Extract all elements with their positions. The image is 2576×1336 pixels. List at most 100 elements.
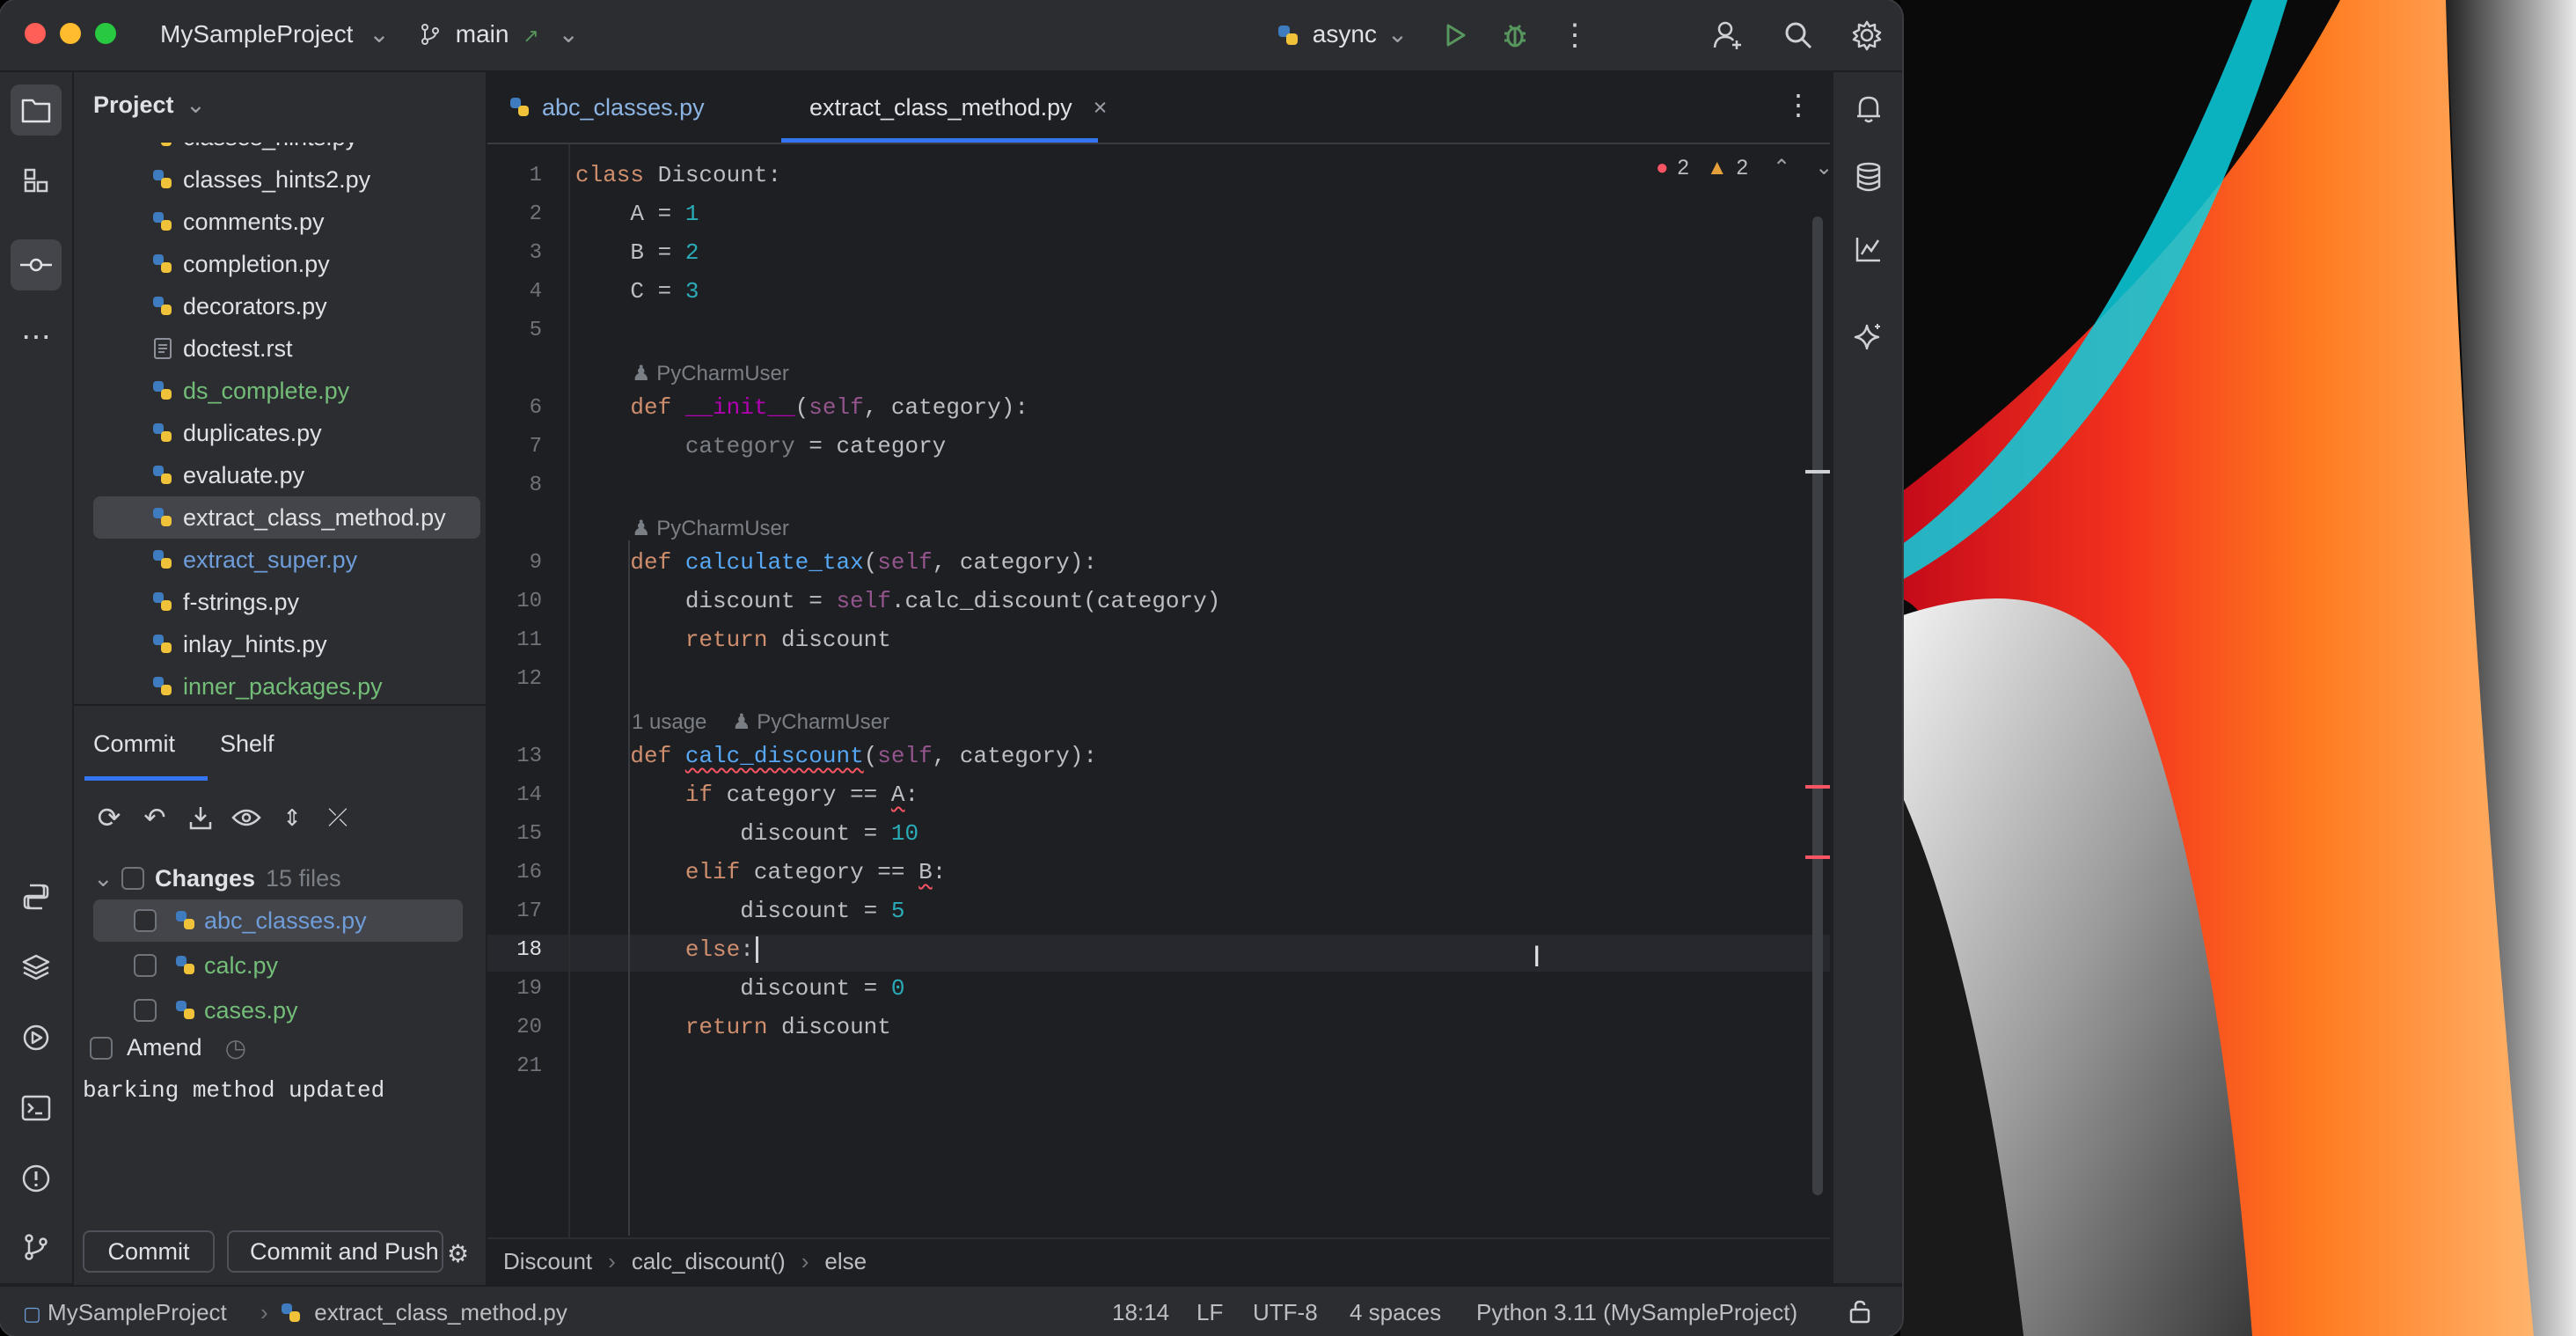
author-hint[interactable]: ♟ PyCharmUser [632,516,789,541]
search-everywhere-button[interactable] [1775,12,1821,58]
code-editor[interactable]: 1 2 3 4 5 6 7 8 9 10 11 12 13 14 15 16 17 18 19 20 21 class … [487,144,1830,1237]
line-number[interactable]: 1 [487,164,542,187]
next-highlight-icon[interactable]: ⌄ [1815,155,1833,180]
amend-option[interactable]: Amend ◷ [90,1033,246,1062]
project-tree-item[interactable]: duplicates.py [93,412,480,454]
line-number[interactable]: 2 [487,202,542,226]
tab-shelf[interactable]: Shelf [220,730,274,758]
line-number[interactable]: 3 [487,241,542,265]
breadcrumb-block[interactable]: else [824,1248,867,1275]
changes-checkbox[interactable] [121,867,144,890]
project-tree-item[interactable]: doctest.rst [93,327,480,370]
line-separator[interactable]: LF [1197,1299,1223,1326]
project-tree-item[interactable]: decorators.py [93,285,480,327]
problems-button[interactable] [11,1153,62,1204]
breadcrumb-method[interactable]: calc_discount() [632,1248,786,1275]
error-stripe-marker[interactable] [1805,855,1830,859]
caret-position[interactable]: 18:14 [1112,1299,1169,1326]
tab-abc-classes[interactable]: abc_classes.py [509,72,705,143]
amend-checkbox[interactable] [90,1036,113,1060]
status-file-path[interactable]: extract_class_method.py [280,1299,567,1326]
expand-all-button[interactable]: ⇕ [269,796,315,840]
project-tree-item[interactable]: inner_packages.py [93,665,480,704]
tab-commit[interactable]: Commit [93,730,175,758]
author-hint[interactable]: ♟ PyCharmUser [632,361,789,386]
close-window-button[interactable] [25,23,46,44]
python-packages-button[interactable] [11,942,62,993]
line-number[interactable]: 4 [487,280,542,304]
line-number[interactable]: 15 [487,822,542,846]
rollback-button[interactable]: ↶ [132,796,178,840]
file-checkbox[interactable] [134,999,157,1022]
file-checkbox[interactable] [134,954,157,977]
project-switcher[interactable]: MySampleProject ⌄ [160,19,390,48]
show-diff-button[interactable] [223,796,269,840]
project-tree-item[interactable]: comments.py [93,201,480,243]
file-encoding[interactable]: UTF-8 [1253,1299,1318,1326]
line-number[interactable]: 5 [487,319,542,342]
services-button[interactable] [11,1012,62,1063]
project-tree-item[interactable]: extract_class_method.py [93,496,480,539]
project-view-selector[interactable]: Project ⌄ [93,92,206,119]
inspection-widget[interactable]: ● 2 ▲ 2 ⌃ ⌄ [1656,155,1833,180]
changes-group[interactable]: ⌄ Changes 15 files [93,857,341,899]
line-number[interactable]: 9 [487,551,542,575]
code-area[interactable]: class Discount: A = 1 B = 2 C = 3 ♟ PyCh… [575,144,1807,1237]
project-tree-item[interactable]: inlay_hints.py [93,623,480,665]
run-config-selector[interactable]: async ⌄ [1276,19,1408,48]
sciview-button[interactable] [1843,224,1894,275]
project-tree-item[interactable]: completion.py [93,243,480,285]
python-console-button[interactable] [11,871,62,922]
update-button[interactable] [178,796,223,840]
line-number[interactable]: 13 [487,745,542,768]
read-only-toggle[interactable] [1848,1299,1872,1330]
error-stripe-marker[interactable] [1805,785,1830,789]
line-number[interactable]: 7 [487,435,542,459]
project-tree-item[interactable]: extract_super.py [93,539,480,581]
more-actions-button[interactable]: ⋮ [1552,12,1598,58]
line-number[interactable]: 18 [487,938,542,962]
line-number[interactable]: 17 [487,899,542,923]
breadcrumb-class[interactable]: Discount [503,1248,592,1275]
line-number[interactable]: 8 [487,473,542,497]
project-tree-item[interactable]: evaluate.py [93,454,480,496]
ai-assistant-button[interactable] [1843,312,1894,363]
python-interpreter[interactable]: Python 3.11 (MySampleProject) [1476,1299,1797,1326]
minimize-window-button[interactable] [60,23,81,44]
database-button[interactable] [1843,151,1894,202]
debug-button[interactable] [1492,12,1538,58]
editor-vertical-scrollbar[interactable] [1812,217,1823,1195]
indent-setting[interactable]: 4 spaces [1350,1299,1441,1326]
line-number[interactable]: 10 [487,590,542,613]
changed-file-item[interactable]: calc.py [93,944,463,987]
tab-extract-class-method[interactable]: extract_class_method.py × [781,72,1107,143]
maximize-window-button[interactable] [95,23,116,44]
commit-options-button[interactable]: ⚙ [447,1239,469,1268]
terminal-button[interactable] [11,1083,62,1134]
line-number[interactable]: 11 [487,628,542,652]
usage-and-author-hint[interactable]: 1 usage ♟ PyCharmUser [632,709,889,735]
line-number[interactable]: 6 [487,396,542,420]
close-tab-icon[interactable]: × [1094,94,1108,121]
settings-button[interactable] [1844,12,1890,58]
project-tree-item[interactable]: f-strings.py [93,581,480,623]
code-with-me-button[interactable] [1705,12,1751,58]
changed-file-item[interactable]: abc_classes.py [93,899,463,942]
git-button[interactable] [11,1222,62,1273]
collapse-all-button[interactable]: ⤫ [315,796,361,840]
more-tool-windows-button[interactable]: ⋯ [11,312,62,363]
changed-file-item[interactable]: cases.py [93,989,463,1031]
line-number[interactable]: 16 [487,861,542,885]
notifications-button[interactable] [1843,83,1894,134]
commit-message-input[interactable]: barking method updated [83,1077,479,1218]
line-number[interactable]: 20 [487,1016,542,1039]
project-tree-item[interactable]: classes_hints2.py [93,158,480,201]
refresh-button[interactable]: ⟳ [86,796,132,840]
project-tool-button[interactable] [11,84,62,136]
structure-tool-button[interactable] [11,155,62,206]
project-tree-item[interactable]: classes_hints.py [93,143,480,158]
branch-switcher[interactable]: main ↗ ⌄ [419,19,579,48]
status-project-path[interactable]: ▢ MySampleProject [23,1299,227,1326]
previous-highlight-icon[interactable]: ⌃ [1773,155,1790,180]
run-button[interactable] [1432,12,1478,58]
